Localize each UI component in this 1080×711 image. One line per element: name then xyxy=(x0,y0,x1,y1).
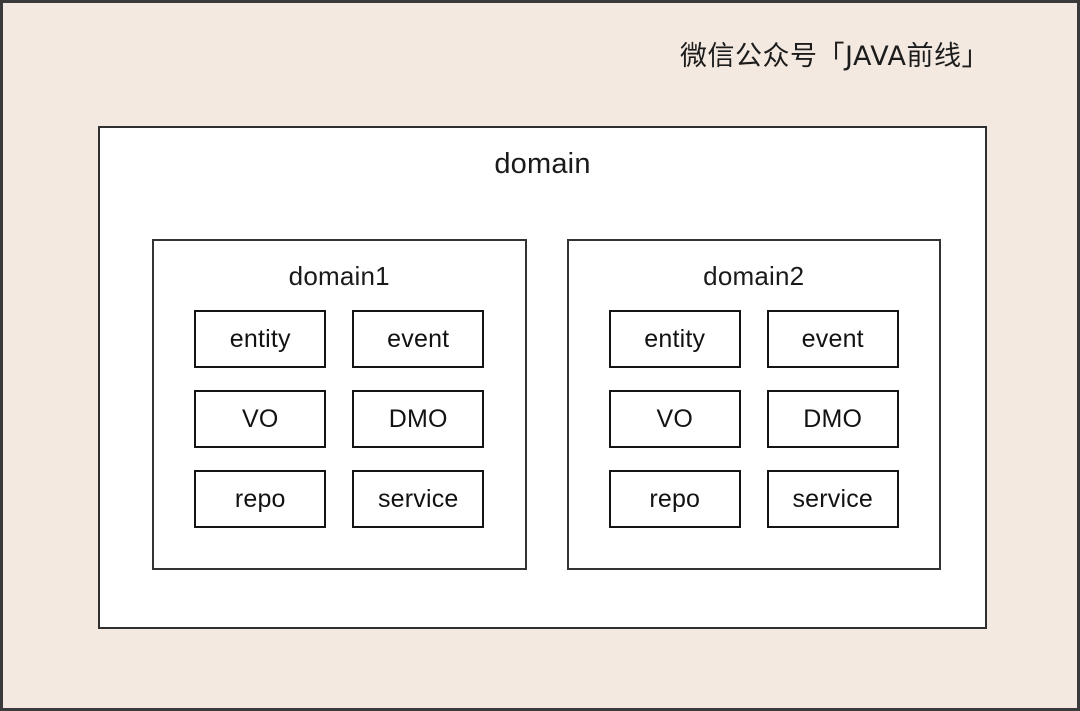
diagram-canvas: 微信公众号「JAVA前线」 domain domain1 entity even… xyxy=(0,0,1080,711)
subdomain-domain2: domain2 entity event VO DMO repo service xyxy=(566,239,941,570)
subdomain-domain1: domain1 entity event VO DMO repo service xyxy=(152,239,527,570)
item-vo: VO xyxy=(608,390,741,448)
item-vo: VO xyxy=(194,390,327,448)
item-service: service xyxy=(766,470,899,528)
domain-container: domain domain1 entity event VO DMO repo … xyxy=(98,126,987,629)
item-repo: repo xyxy=(194,470,327,528)
watermark-title: 微信公众号「JAVA前线」 xyxy=(680,41,989,72)
item-dmo: DMO xyxy=(352,390,485,448)
subdomain-label: domain2 xyxy=(703,261,805,291)
subdomain-item-grid: entity event VO DMO repo service xyxy=(569,310,940,528)
item-service: service xyxy=(352,470,485,528)
subdomain-item-grid: entity event VO DMO repo service xyxy=(154,310,525,528)
item-entity: entity xyxy=(608,310,741,368)
domain-container-label: domain xyxy=(494,148,591,180)
item-entity: entity xyxy=(194,310,327,368)
item-dmo: DMO xyxy=(766,390,899,448)
item-event: event xyxy=(352,310,485,368)
item-repo: repo xyxy=(608,470,741,528)
subdomain-label: domain1 xyxy=(288,261,390,291)
item-event: event xyxy=(766,310,899,368)
subdomain-row: domain1 entity event VO DMO repo service… xyxy=(152,239,941,570)
